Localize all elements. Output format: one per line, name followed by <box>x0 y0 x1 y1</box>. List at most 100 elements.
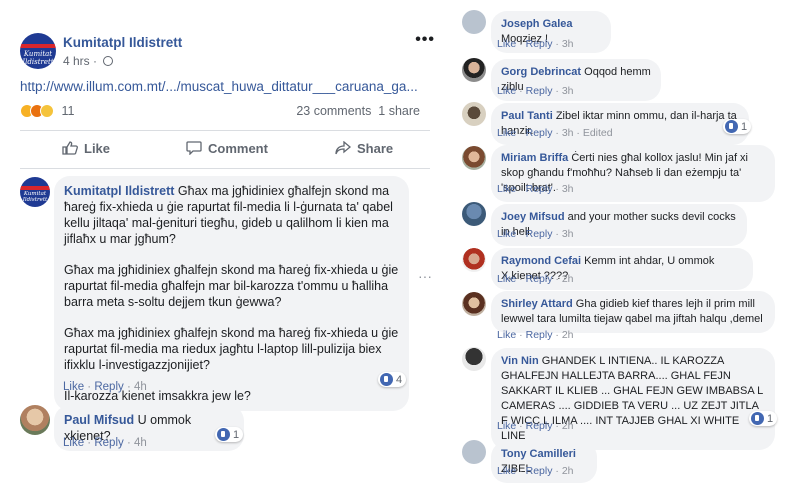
share-button[interactable]: Share <box>335 141 393 156</box>
comments-count[interactable]: 23 comments <box>296 104 371 118</box>
comment-meta: Like · Reply · 3h <box>497 38 574 50</box>
comment-reply-link[interactable]: Reply <box>94 381 123 393</box>
comment-reply-link[interactable]: Reply <box>526 420 553 432</box>
comment-time[interactable]: 3h <box>562 228 574 240</box>
reaction-summary[interactable]: 11 23 comments 1 share <box>20 104 430 122</box>
comment-like-link[interactable]: Like <box>497 127 516 139</box>
commenter-avatar[interactable] <box>462 202 486 226</box>
commenter-avatar[interactable] <box>462 347 486 371</box>
comment-like-link[interactable]: Like <box>497 329 516 341</box>
edited-label[interactable]: Edited <box>583 127 613 139</box>
comment-like-link[interactable]: Like <box>497 465 516 477</box>
comment-meta: Like · Reply · 3h · Edited <box>497 127 613 139</box>
comment-reply-link[interactable]: Reply <box>526 273 553 285</box>
post-page-name[interactable]: Kumitatpl Ildistrett <box>63 35 182 50</box>
comment-like-link[interactable]: Like <box>497 228 516 240</box>
comment-time[interactable]: 3h <box>562 38 574 50</box>
like-reaction-icon <box>751 412 764 425</box>
commenter-name[interactable]: Tony Camilleri <box>501 448 576 460</box>
comment-time[interactable]: 4h <box>134 381 147 393</box>
comment-like-link[interactable]: Like <box>497 38 516 50</box>
comment-reactions[interactable]: 1 <box>215 427 244 442</box>
commenter-name[interactable]: Kumitatpl Ildistrett <box>64 184 174 198</box>
comment-reactions[interactable]: 1 <box>723 119 752 134</box>
like-button[interactable]: Like <box>62 141 110 156</box>
comment-meta: Like · Reply · 3h <box>497 85 574 97</box>
comment-reply-link[interactable]: Reply <box>526 228 553 240</box>
comment-like-link[interactable]: Like <box>63 437 84 449</box>
post-actions: Like Comment Share <box>20 138 430 162</box>
divider <box>20 168 430 169</box>
commenter-avatar[interactable] <box>462 440 486 464</box>
commenter-name[interactable]: Paul Tanti <box>501 110 553 122</box>
share-icon <box>335 141 351 155</box>
divider <box>20 130 430 131</box>
commenter-name[interactable]: Joey Mifsud <box>501 211 565 223</box>
comment-time[interactable]: 3h <box>562 85 574 97</box>
comment-time[interactable]: 4h <box>134 437 147 449</box>
comment-time[interactable]: 2h <box>562 420 574 432</box>
post-link[interactable]: http://www.illum.com.mt/.../muscat_huwa_… <box>20 79 418 94</box>
comment-time[interactable]: 3h <box>562 127 574 139</box>
page-avatar[interactable]: Kumitat Ildistrett <box>20 33 56 69</box>
like-reaction-icon <box>217 428 230 441</box>
commenter-avatar[interactable] <box>462 10 486 34</box>
commenter-avatar[interactable] <box>462 58 486 82</box>
commenter-avatar[interactable] <box>462 292 486 316</box>
commenter-avatar[interactable]: Kumitat Ildistrett <box>20 177 50 207</box>
comment-reply-link[interactable]: Reply <box>94 437 123 449</box>
comment-meta: Like · Reply · 3h <box>497 183 574 195</box>
comment-paragraph: Għax ma jgħidiniex għalfejn skond ma ħar… <box>64 326 399 372</box>
commenter-name[interactable]: Shirley Attard <box>501 298 573 310</box>
comment-paragraph: Kumitatpl Ildistrett Għax ma jgħidiniex … <box>64 183 399 247</box>
commenter-avatar[interactable] <box>20 405 50 435</box>
reaction-count: 1 <box>233 429 240 441</box>
post-header: Kumitat Ildistrett Kumitatpl Ildistrett 4… <box>20 31 440 73</box>
comment-label: Comment <box>208 141 268 156</box>
shares-count[interactable]: 1 share <box>378 104 420 118</box>
comment-meta: Like · Reply · 2h <box>497 273 574 285</box>
comment-reply-link[interactable]: Reply <box>526 465 553 477</box>
post-timestamp[interactable]: 4 hrs · <box>63 54 114 68</box>
comment-time[interactable]: 2h <box>562 465 574 477</box>
page-avatar-logo: Kumitat Ildistrett <box>22 49 54 66</box>
comment-like-link[interactable]: Like <box>497 273 516 285</box>
comment-like-link[interactable]: Like <box>497 420 516 432</box>
commenter-avatar[interactable] <box>462 102 486 126</box>
comment-time[interactable]: 2h <box>562 329 574 341</box>
meta-separator: · <box>93 54 98 68</box>
comment-reply-link[interactable]: Reply <box>526 183 553 195</box>
comment-like-link[interactable]: Like <box>63 381 84 393</box>
commenter-name[interactable]: Vin Nin <box>501 355 539 367</box>
comment-options-icon[interactable]: ··· <box>418 268 432 284</box>
comment-time[interactable]: 3h <box>562 183 574 195</box>
comment-like-link[interactable]: Like <box>497 183 516 195</box>
commenter-name[interactable]: Raymond Cefai <box>501 255 581 267</box>
comment-button[interactable]: Comment <box>186 141 268 156</box>
share-label: Share <box>357 141 394 156</box>
comment-meta: Like · Reply · 4h <box>63 381 147 393</box>
more-options-icon[interactable]: ••• <box>415 31 435 49</box>
comment-paragraph: Għax ma jgħidiniex għalfejn skond ma ħar… <box>64 263 399 309</box>
comment-time[interactable]: 2h <box>562 273 574 285</box>
commenter-name[interactable]: Gorg Debrincat <box>501 66 581 78</box>
comment-reply-link[interactable]: Reply <box>526 85 553 97</box>
comment-reply-link[interactable]: Reply <box>526 329 553 341</box>
comment-reactions[interactable]: 4 <box>378 372 407 387</box>
post-panel: Kumitat Ildistrett Kumitatpl Ildistrett 4… <box>0 0 448 494</box>
comment-meta: Like · Reply · 2h <box>497 420 574 432</box>
commenter-name[interactable]: Paul Mifsud <box>64 413 134 427</box>
comment-reply-link[interactable]: Reply <box>526 38 553 50</box>
comment-reply-link[interactable]: Reply <box>526 127 553 139</box>
comment-reactions[interactable]: 1 <box>749 411 778 426</box>
post-time[interactable]: 4 hrs <box>63 54 90 68</box>
commenter-name[interactable]: Miriam Briffa <box>501 152 568 164</box>
commenter-name[interactable]: Joseph Galea <box>501 18 573 30</box>
commenter-avatar[interactable] <box>462 248 486 272</box>
like-icon <box>62 141 78 155</box>
comment-like-link[interactable]: Like <box>497 85 516 97</box>
reaction-count[interactable]: 11 <box>61 104 74 118</box>
like-reaction-icon <box>725 120 738 133</box>
commenter-avatar[interactable] <box>462 146 486 170</box>
comment-bubble: Vin Nin GHANDEK L INTIENA.. IL KAROZZA G… <box>491 348 775 450</box>
